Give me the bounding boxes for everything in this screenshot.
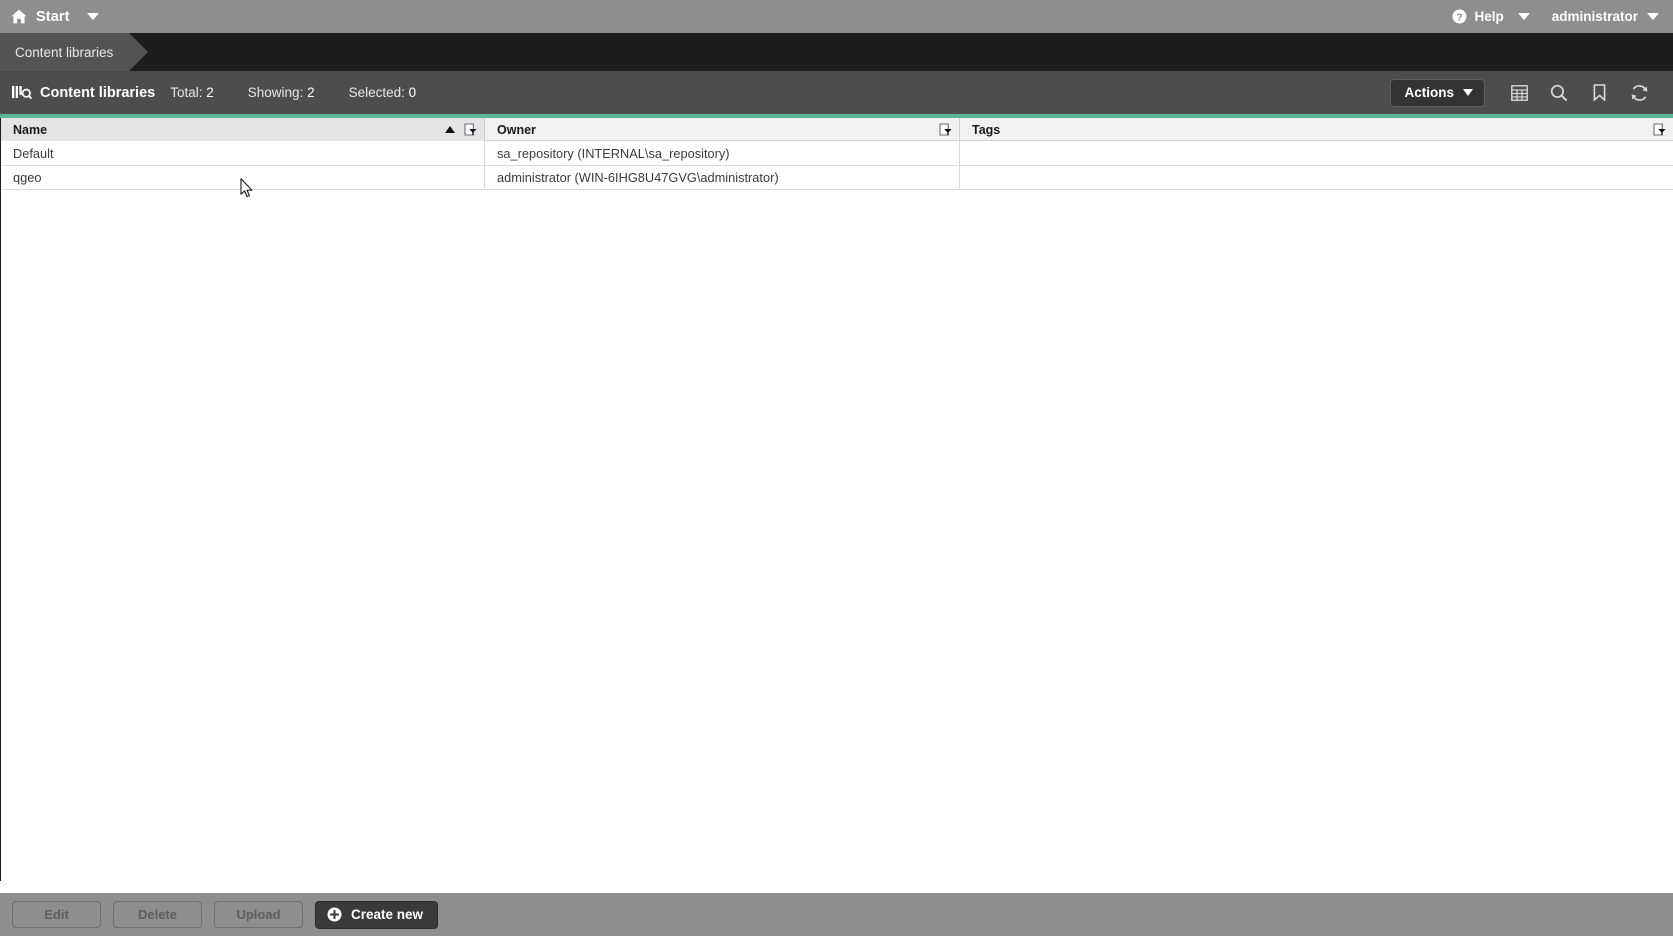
table-row[interactable]: qgeo administrator (WIN-6IHG8U47GVG\admi… xyxy=(1,166,1673,191)
toolbar-right-group: Actions xyxy=(1390,77,1673,109)
column-header-name-tools xyxy=(445,123,484,136)
cell-tags xyxy=(960,166,1673,191)
create-new-button-label: Create new xyxy=(351,907,423,922)
filter-icon[interactable] xyxy=(1653,123,1666,136)
stat-selected-label: Selected: xyxy=(349,85,405,100)
column-selector-icon[interactable] xyxy=(1499,77,1539,109)
tab-label: Content libraries xyxy=(15,45,113,60)
user-menu-label[interactable]: administrator xyxy=(1552,9,1638,24)
column-header-owner[interactable]: Owner xyxy=(485,118,960,141)
content-library-icon xyxy=(12,85,32,100)
tab-content-libraries[interactable]: Content libraries xyxy=(0,33,129,71)
search-icon[interactable] xyxy=(1539,77,1579,109)
page-title: Content libraries xyxy=(40,85,155,101)
stat-selected: Selected: 0 xyxy=(349,85,417,100)
bookmark-icon[interactable] xyxy=(1579,77,1619,109)
edit-button[interactable]: Edit xyxy=(12,901,101,928)
home-icon xyxy=(11,9,27,24)
tab-arrow-shape xyxy=(129,33,148,71)
stat-total-label: Total: xyxy=(170,85,202,100)
bottom-action-bar: Edit Delete Upload Create new xyxy=(0,893,1673,936)
help-circle-icon: ? xyxy=(1452,9,1467,24)
start-menu-label: Start xyxy=(36,9,70,25)
page-toolbar: Content libraries Total: 2 Showing: 2 Se… xyxy=(0,71,1673,114)
content-libraries-table: Name Owner xyxy=(0,118,1673,881)
plus-circle-icon xyxy=(327,907,342,922)
help-label: Help xyxy=(1474,9,1503,24)
table-row[interactable]: Default sa_repository (INTERNAL\sa_repos… xyxy=(1,141,1673,166)
stat-total-value: 2 xyxy=(206,85,214,100)
column-header-owner-tools xyxy=(939,123,959,136)
chevron-down-icon xyxy=(1463,89,1473,96)
filter-icon[interactable] xyxy=(939,123,952,136)
table-header-row: Name Owner xyxy=(1,118,1673,141)
filter-icon[interactable] xyxy=(464,123,477,136)
stat-showing-value: 2 xyxy=(307,85,315,100)
stat-showing: Showing: 2 xyxy=(248,85,315,100)
stat-selected-value: 0 xyxy=(409,85,417,100)
column-header-name[interactable]: Name xyxy=(1,118,485,141)
column-header-owner-label: Owner xyxy=(497,123,536,137)
delete-button[interactable]: Delete xyxy=(113,901,202,928)
top-navigation-bar: Start ? Help administrator xyxy=(0,0,1673,33)
topbar-right-group: ? Help administrator xyxy=(1452,9,1673,24)
create-new-button[interactable]: Create new xyxy=(315,901,438,929)
toolbar-left-group: Content libraries Total: 2 Showing: 2 Se… xyxy=(0,85,450,101)
stat-showing-label: Showing: xyxy=(248,85,304,100)
refresh-icon[interactable] xyxy=(1619,77,1659,109)
help-menu[interactable]: ? Help xyxy=(1452,9,1503,24)
cell-owner: sa_repository (INTERNAL\sa_repository) xyxy=(485,141,960,166)
help-chevron-down-icon[interactable] xyxy=(1518,13,1530,20)
user-chevron-down-icon[interactable] xyxy=(1647,13,1659,20)
column-header-tags-label: Tags xyxy=(972,123,1000,137)
cell-owner: administrator (WIN-6IHG8U47GVG\administr… xyxy=(485,166,960,191)
actions-button-label: Actions xyxy=(1404,85,1454,100)
svg-text:?: ? xyxy=(1457,12,1463,23)
column-header-tags[interactable]: Tags xyxy=(960,118,1673,141)
tab-strip: Content libraries xyxy=(0,33,1673,71)
column-header-tags-tools xyxy=(1653,123,1673,136)
cell-name: qgeo xyxy=(1,166,485,191)
upload-button[interactable]: Upload xyxy=(214,901,303,928)
topbar-start-group[interactable]: Start xyxy=(0,9,99,25)
chevron-down-icon[interactable] xyxy=(87,13,99,20)
stat-total: Total: 2 xyxy=(170,85,214,100)
column-header-name-label: Name xyxy=(13,123,47,137)
actions-button[interactable]: Actions xyxy=(1390,79,1485,107)
cell-name: Default xyxy=(1,141,485,166)
sort-ascending-icon[interactable] xyxy=(445,126,455,133)
cell-tags xyxy=(960,141,1673,166)
